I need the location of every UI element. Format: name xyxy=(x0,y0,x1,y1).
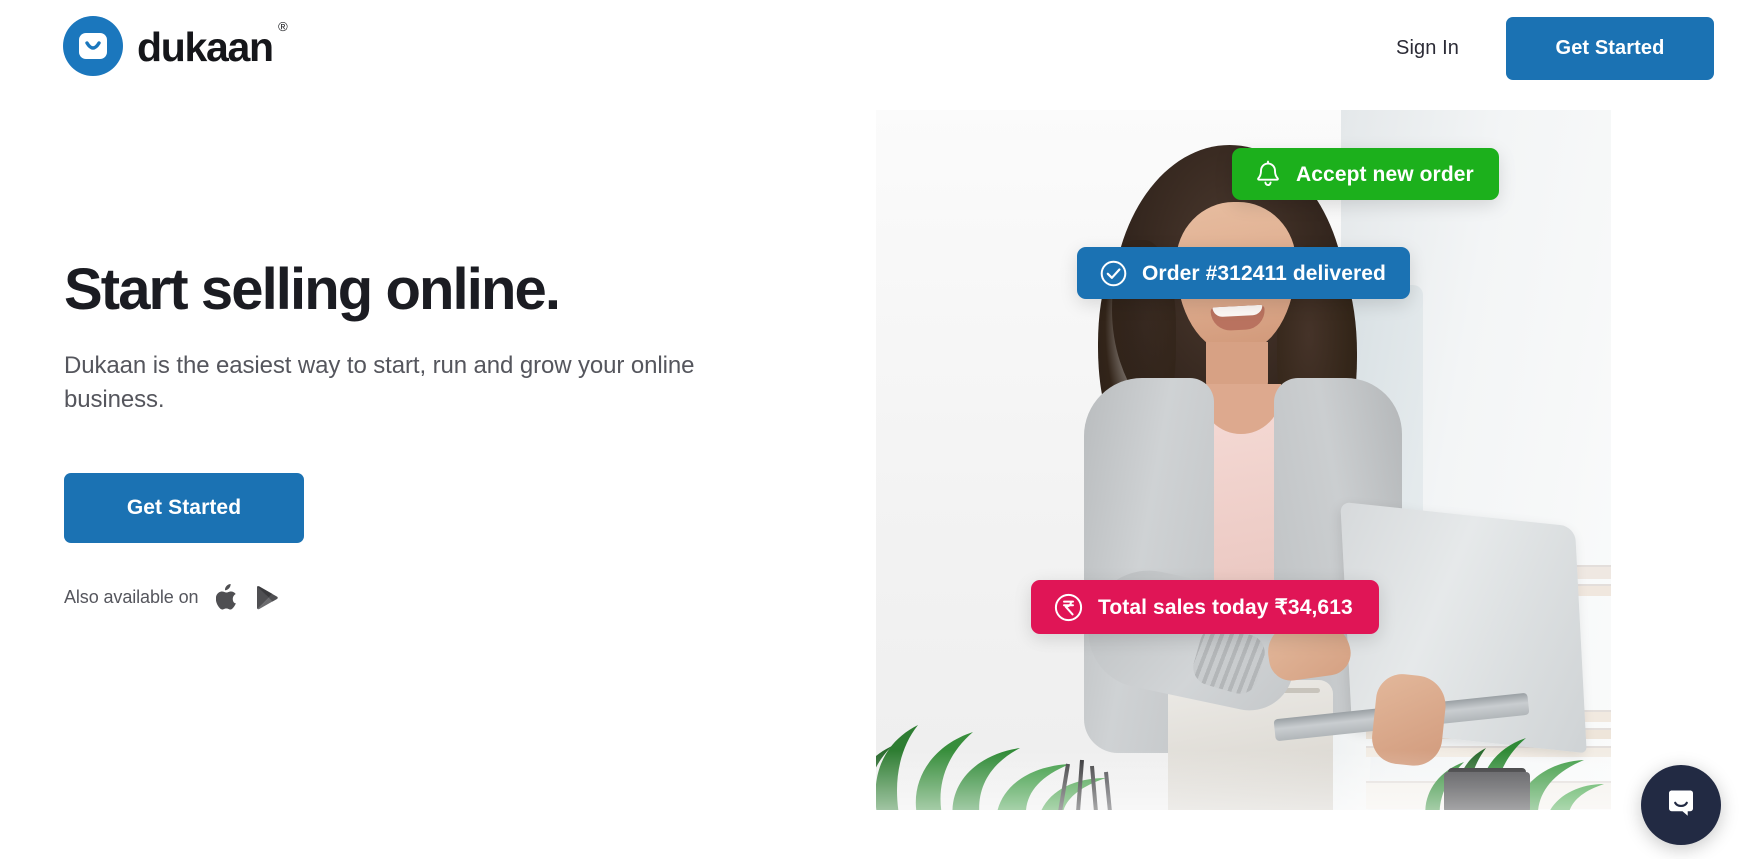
brand-wordmark-text: dukaan xyxy=(137,24,274,70)
chat-launcher-button[interactable] xyxy=(1641,765,1721,845)
rupee-circle-icon xyxy=(1053,592,1084,623)
check-circle-icon xyxy=(1099,259,1128,288)
chat-bubble-smile-icon xyxy=(1662,784,1700,827)
apple-app-store-icon[interactable] xyxy=(216,584,238,610)
hero-copy: Start selling online. Dukaan is the easi… xyxy=(64,257,784,610)
brand-wordmark: dukaan ® xyxy=(137,20,288,70)
header-actions: Sign In Get Started xyxy=(1396,0,1748,96)
hero-get-started-button[interactable]: Get Started xyxy=(64,473,304,544)
page-title: Start selling online. xyxy=(64,257,561,322)
registered-trademark-icon: ® xyxy=(278,19,288,34)
sign-in-link[interactable]: Sign In xyxy=(1396,37,1459,60)
bell-icon xyxy=(1254,160,1282,189)
also-available-label: Also available on xyxy=(64,586,199,607)
hero-subtitle: Dukaan is the easiest way to start, run … xyxy=(64,351,695,414)
badge-label: Total sales today ₹34,613 xyxy=(1098,595,1353,619)
badge-label: Order #312411 delivered xyxy=(1142,261,1386,285)
google-play-store-icon[interactable] xyxy=(256,585,279,610)
site-header: dukaan ® Sign In Get Started xyxy=(0,0,1748,96)
badge-order-delivered[interactable]: Order #312411 delivered xyxy=(1077,247,1410,299)
brand-logo[interactable]: dukaan ® xyxy=(63,16,288,76)
hero-photo xyxy=(876,110,1611,810)
hero-image xyxy=(876,110,1611,810)
badge-accept-new-order[interactable]: Accept new order xyxy=(1232,148,1499,200)
header-get-started-button[interactable]: Get Started xyxy=(1506,16,1714,80)
badge-label: Accept new order xyxy=(1296,162,1474,186)
dukaan-bag-smile-icon xyxy=(63,16,123,76)
badge-total-sales-today[interactable]: Total sales today ₹34,613 xyxy=(1031,580,1379,634)
landing-page: dukaan ® Sign In Get Started Start selli… xyxy=(0,0,1748,859)
photo-floor-fade xyxy=(876,750,1611,810)
app-availability-row: Also available on xyxy=(64,584,784,610)
